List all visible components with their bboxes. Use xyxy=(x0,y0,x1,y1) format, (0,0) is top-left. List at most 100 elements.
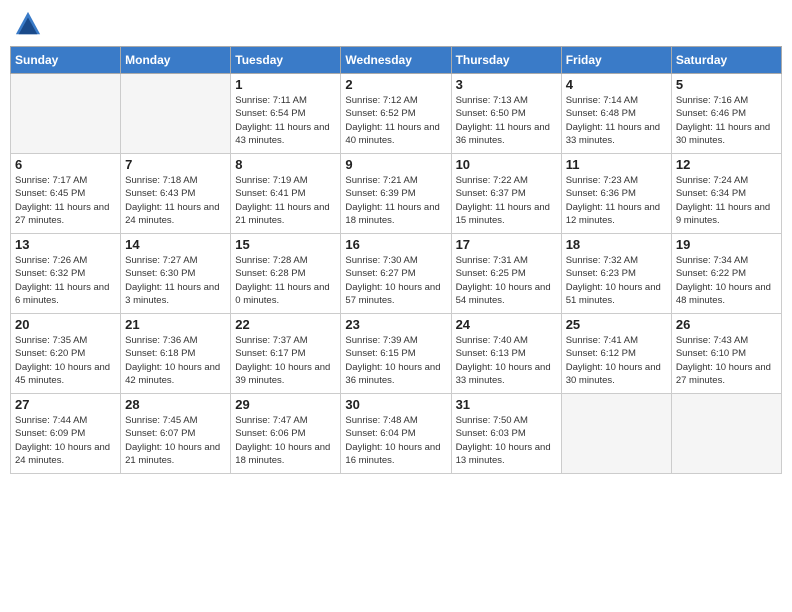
calendar-cell xyxy=(11,74,121,154)
day-number: 31 xyxy=(456,397,557,412)
calendar-cell: 25 Sunrise: 7:41 AMSunset: 6:12 PMDayligh… xyxy=(561,314,671,394)
day-info: Sunrise: 7:21 AMSunset: 6:39 PMDaylight:… xyxy=(345,174,446,227)
calendar-cell xyxy=(561,394,671,474)
day-number: 6 xyxy=(15,157,116,172)
day-info: Sunrise: 7:23 AMSunset: 6:36 PMDaylight:… xyxy=(566,174,667,227)
day-number: 8 xyxy=(235,157,336,172)
day-number: 19 xyxy=(676,237,777,252)
day-number: 27 xyxy=(15,397,116,412)
day-number: 4 xyxy=(566,77,667,92)
calendar-cell: 26 Sunrise: 7:43 AMSunset: 6:10 PMDayligh… xyxy=(671,314,781,394)
day-info: Sunrise: 7:47 AMSunset: 6:06 PMDaylight:… xyxy=(235,414,336,467)
day-number: 7 xyxy=(125,157,226,172)
logo-icon xyxy=(14,10,42,38)
calendar-cell: 31 Sunrise: 7:50 AMSunset: 6:03 PMDayligh… xyxy=(451,394,561,474)
day-number: 24 xyxy=(456,317,557,332)
calendar-week-row: 1 Sunrise: 7:11 AMSunset: 6:54 PMDaylight… xyxy=(11,74,782,154)
calendar-cell xyxy=(121,74,231,154)
day-info: Sunrise: 7:11 AMSunset: 6:54 PMDaylight:… xyxy=(235,94,336,147)
day-number: 11 xyxy=(566,157,667,172)
calendar-cell: 12 Sunrise: 7:24 AMSunset: 6:34 PMDayligh… xyxy=(671,154,781,234)
calendar-header-row: SundayMondayTuesdayWednesdayThursdayFrid… xyxy=(11,47,782,74)
calendar-cell: 3 Sunrise: 7:13 AMSunset: 6:50 PMDaylight… xyxy=(451,74,561,154)
col-header-monday: Monday xyxy=(121,47,231,74)
calendar-cell: 21 Sunrise: 7:36 AMSunset: 6:18 PMDayligh… xyxy=(121,314,231,394)
day-info: Sunrise: 7:13 AMSunset: 6:50 PMDaylight:… xyxy=(456,94,557,147)
day-info: Sunrise: 7:12 AMSunset: 6:52 PMDaylight:… xyxy=(345,94,446,147)
day-info: Sunrise: 7:36 AMSunset: 6:18 PMDaylight:… xyxy=(125,334,226,387)
day-number: 3 xyxy=(456,77,557,92)
calendar-cell: 18 Sunrise: 7:32 AMSunset: 6:23 PMDayligh… xyxy=(561,234,671,314)
calendar-cell: 19 Sunrise: 7:34 AMSunset: 6:22 PMDayligh… xyxy=(671,234,781,314)
calendar-cell: 7 Sunrise: 7:18 AMSunset: 6:43 PMDaylight… xyxy=(121,154,231,234)
day-number: 25 xyxy=(566,317,667,332)
day-info: Sunrise: 7:35 AMSunset: 6:20 PMDaylight:… xyxy=(15,334,116,387)
calendar-cell: 29 Sunrise: 7:47 AMSunset: 6:06 PMDayligh… xyxy=(231,394,341,474)
calendar-cell xyxy=(671,394,781,474)
calendar-cell: 17 Sunrise: 7:31 AMSunset: 6:25 PMDayligh… xyxy=(451,234,561,314)
day-info: Sunrise: 7:28 AMSunset: 6:28 PMDaylight:… xyxy=(235,254,336,307)
col-header-friday: Friday xyxy=(561,47,671,74)
col-header-wednesday: Wednesday xyxy=(341,47,451,74)
calendar-cell: 6 Sunrise: 7:17 AMSunset: 6:45 PMDaylight… xyxy=(11,154,121,234)
calendar-cell: 30 Sunrise: 7:48 AMSunset: 6:04 PMDayligh… xyxy=(341,394,451,474)
day-number: 17 xyxy=(456,237,557,252)
day-number: 12 xyxy=(676,157,777,172)
day-info: Sunrise: 7:31 AMSunset: 6:25 PMDaylight:… xyxy=(456,254,557,307)
calendar-cell: 24Sunrise: 7:40 AMSunset: 6:13 PMDayligh… xyxy=(451,314,561,394)
col-header-tuesday: Tuesday xyxy=(231,47,341,74)
day-number: 21 xyxy=(125,317,226,332)
day-info: Sunrise: 7:19 AMSunset: 6:41 PMDaylight:… xyxy=(235,174,336,227)
day-number: 18 xyxy=(566,237,667,252)
page-header xyxy=(10,10,782,38)
day-number: 22 xyxy=(235,317,336,332)
day-number: 1 xyxy=(235,77,336,92)
day-info: Sunrise: 7:30 AMSunset: 6:27 PMDaylight:… xyxy=(345,254,446,307)
day-info: Sunrise: 7:32 AMSunset: 6:23 PMDaylight:… xyxy=(566,254,667,307)
day-number: 29 xyxy=(235,397,336,412)
day-number: 30 xyxy=(345,397,446,412)
day-number: 13 xyxy=(15,237,116,252)
day-info: Sunrise: 7:18 AMSunset: 6:43 PMDaylight:… xyxy=(125,174,226,227)
calendar-cell: 28 Sunrise: 7:45 AMSunset: 6:07 PMDayligh… xyxy=(121,394,231,474)
calendar-cell: 5 Sunrise: 7:16 AMSunset: 6:46 PMDaylight… xyxy=(671,74,781,154)
calendar-cell: 15 Sunrise: 7:28 AMSunset: 6:28 PMDayligh… xyxy=(231,234,341,314)
day-number: 9 xyxy=(345,157,446,172)
calendar-table: SundayMondayTuesdayWednesdayThursdayFrid… xyxy=(10,46,782,474)
calendar-cell: 14Sunrise: 7:27 AMSunset: 6:30 PMDayligh… xyxy=(121,234,231,314)
calendar-cell: 23Sunrise: 7:39 AMSunset: 6:15 PMDayligh… xyxy=(341,314,451,394)
col-header-sunday: Sunday xyxy=(11,47,121,74)
day-info: Sunrise: 7:37 AMSunset: 6:17 PMDaylight:… xyxy=(235,334,336,387)
col-header-thursday: Thursday xyxy=(451,47,561,74)
calendar-week-row: 20Sunrise: 7:35 AMSunset: 6:20 PMDayligh… xyxy=(11,314,782,394)
calendar-week-row: 13 Sunrise: 7:26 AMSunset: 6:32 PMDayligh… xyxy=(11,234,782,314)
day-info: Sunrise: 7:26 AMSunset: 6:32 PMDaylight:… xyxy=(15,254,116,307)
day-info: Sunrise: 7:50 AMSunset: 6:03 PMDaylight:… xyxy=(456,414,557,467)
day-info: Sunrise: 7:48 AMSunset: 6:04 PMDaylight:… xyxy=(345,414,446,467)
day-info: Sunrise: 7:17 AMSunset: 6:45 PMDaylight:… xyxy=(15,174,116,227)
day-info: Sunrise: 7:24 AMSunset: 6:34 PMDaylight:… xyxy=(676,174,777,227)
day-info: Sunrise: 7:27 AMSunset: 6:30 PMDaylight:… xyxy=(125,254,226,307)
calendar-cell: 11 Sunrise: 7:23 AMSunset: 6:36 PMDayligh… xyxy=(561,154,671,234)
day-info: Sunrise: 7:34 AMSunset: 6:22 PMDaylight:… xyxy=(676,254,777,307)
day-info: Sunrise: 7:14 AMSunset: 6:48 PMDaylight:… xyxy=(566,94,667,147)
day-info: Sunrise: 7:41 AMSunset: 6:12 PMDaylight:… xyxy=(566,334,667,387)
day-number: 10 xyxy=(456,157,557,172)
calendar-cell: 10Sunrise: 7:22 AMSunset: 6:37 PMDayligh… xyxy=(451,154,561,234)
day-info: Sunrise: 7:16 AMSunset: 6:46 PMDaylight:… xyxy=(676,94,777,147)
day-number: 5 xyxy=(676,77,777,92)
day-number: 15 xyxy=(235,237,336,252)
calendar-cell: 27 Sunrise: 7:44 AMSunset: 6:09 PMDayligh… xyxy=(11,394,121,474)
calendar-cell: 22 Sunrise: 7:37 AMSunset: 6:17 PMDayligh… xyxy=(231,314,341,394)
calendar-cell: 20Sunrise: 7:35 AMSunset: 6:20 PMDayligh… xyxy=(11,314,121,394)
day-info: Sunrise: 7:43 AMSunset: 6:10 PMDaylight:… xyxy=(676,334,777,387)
day-number: 28 xyxy=(125,397,226,412)
day-info: Sunrise: 7:44 AMSunset: 6:09 PMDaylight:… xyxy=(15,414,116,467)
day-number: 16 xyxy=(345,237,446,252)
day-number: 26 xyxy=(676,317,777,332)
day-number: 2 xyxy=(345,77,446,92)
calendar-cell: 13 Sunrise: 7:26 AMSunset: 6:32 PMDayligh… xyxy=(11,234,121,314)
day-number: 23 xyxy=(345,317,446,332)
day-info: Sunrise: 7:45 AMSunset: 6:07 PMDaylight:… xyxy=(125,414,226,467)
calendar-cell: 16 Sunrise: 7:30 AMSunset: 6:27 PMDayligh… xyxy=(341,234,451,314)
